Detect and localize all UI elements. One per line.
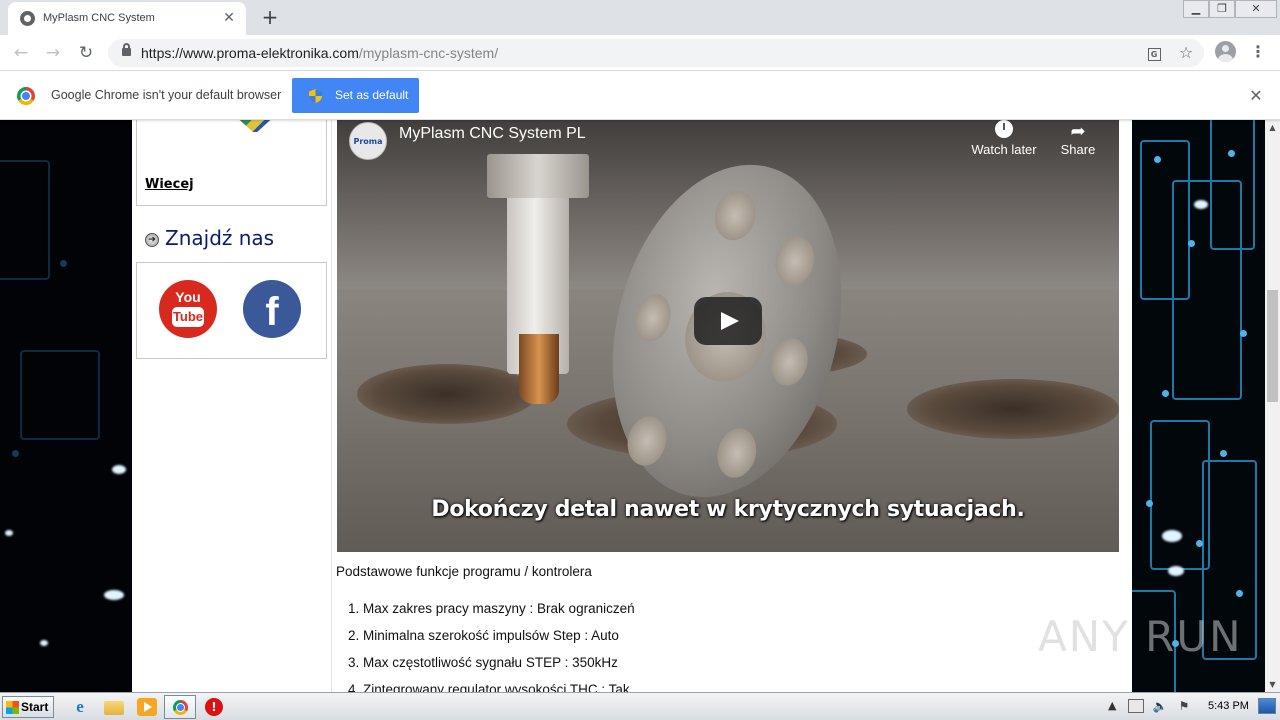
features-heading: Podstawowe funkcje programu / kontrolera [336,564,592,579]
window-maximize-button[interactable]: ❐ [1209,0,1235,18]
watch-later-button[interactable]: Watch later [965,120,1043,157]
window-close-button[interactable]: ✕ [1235,0,1277,18]
url-text[interactable]: https://www.proma-elektronika.com/myplas… [141,45,498,61]
left-sidebar: Wiecej ➜ Znajdź nas You Tube f [132,120,332,692]
circuit-background-right [1132,120,1265,692]
browser-tab[interactable]: MyPlasm CNC System ✕ [8,2,246,35]
back-arrow-icon[interactable]: ← [9,41,33,65]
youtube-video-player[interactable]: Proma MyPlasm CNC System PL Watch later … [337,120,1119,552]
bookmark-star-icon[interactable]: ☆ [1176,43,1196,63]
windows-taskbar: Start e ! ▲ 🔈 ⚑ 5:43 PM [0,692,1280,720]
reload-icon[interactable]: ↻ [74,41,98,65]
profile-avatar-icon[interactable] [1215,41,1236,62]
chrome-taskbar-button[interactable] [164,695,196,719]
scroll-down-arrow-icon[interactable]: ▼ [1265,677,1280,692]
tab-title: MyPlasm CNC System [43,12,155,24]
list-item: 1. Max zakres pracy maszyny : Brak ogran… [348,601,635,616]
features-list: 1. Max zakres pracy maszyny : Brak ogran… [348,601,635,692]
folder-icon[interactable] [104,701,124,715]
browser-toolbar: ← → ↻ https://www.proma-elektronika.com/… [0,35,1280,71]
list-item: 4. Zintegrowany regulator wysokości THC … [348,682,630,692]
default-browser-infobar: Google Chrome isn't your default browser… [0,72,1280,120]
page-scrollbar[interactable]: ▲ ▼ [1265,120,1280,692]
list-item: 3. Max częstotliwość sygnału STEP : 350k… [348,655,618,670]
find-us-heading: ➜ Znajdź nas [145,226,274,250]
share-arrow-icon: ➦ [1070,121,1086,141]
url-host: https://www.proma-elektronika.com [141,45,359,61]
address-bar[interactable]: https://www.proma-elektronika.com/myplas… [108,39,1204,67]
translate-icon[interactable]: G [1144,43,1164,63]
scroll-up-arrow-icon[interactable]: ▲ [1265,120,1280,135]
clock-icon [995,120,1013,138]
chrome-menu-icon[interactable]: ⋮ [1248,41,1268,63]
tab-close-icon[interactable]: ✕ [220,9,238,27]
main-content: Proma MyPlasm CNC System PL Watch later … [332,120,1132,692]
tab-strip: MyPlasm CNC System ✕ + ▁ ❐ ✕ [0,0,1280,35]
youtube-you-text: You [175,289,201,305]
circuit-background-left [0,120,132,692]
uac-shield-icon [309,89,322,103]
chip-image [233,120,277,132]
infobar-message: Google Chrome isn't your default browser [51,88,282,102]
share-button[interactable]: ➦ Share [1047,120,1109,157]
taskbar-clock[interactable]: 5:43 PM [1208,700,1249,712]
youtube-tube-text: Tube [172,307,204,327]
channel-logo[interactable]: Proma [349,122,387,160]
show-desktop-button[interactable] [1258,698,1276,714]
arrow-bullet-icon: ➜ [145,233,159,247]
stop-sign-icon[interactable]: ! [205,698,223,716]
media-player-icon[interactable] [137,698,157,716]
chrome-logo-icon [17,87,35,105]
page-viewport: Wiecej ➜ Znajdź nas You Tube f Proma MyP… [0,120,1265,692]
youtube-icon[interactable]: You Tube [159,280,217,338]
infobar-close-icon[interactable]: ✕ [1246,86,1266,106]
start-label: Start [21,700,49,714]
find-us-text: Znajdź nas [165,226,275,250]
set-as-default-label: Set as default [335,88,409,102]
windows-logo-icon [6,701,19,714]
video-title[interactable]: MyPlasm CNC System PL [399,125,586,143]
play-button[interactable] [694,297,762,345]
video-subtitle: Dokończy detal nawet w krytycznych sytua… [431,497,1025,522]
list-item: 2. Minimalna szerokość impulsów Step : A… [348,628,619,643]
social-links-box: You Tube f [136,262,327,359]
forward-arrow-icon[interactable]: → [41,41,65,65]
start-button[interactable]: Start [2,696,54,718]
action-center-flag-icon[interactable]: ⚑ [1176,699,1192,713]
share-label: Share [1060,142,1096,157]
tray-expand-icon[interactable]: ▲ [1108,699,1116,712]
globe-icon [20,11,35,26]
set-as-default-button[interactable]: Set as default [292,78,419,113]
facebook-icon[interactable]: f [243,280,301,338]
chrome-icon [173,700,188,715]
watch-later-label: Watch later [971,142,1037,157]
new-tab-button[interactable]: + [258,6,282,30]
lock-icon[interactable] [122,43,131,56]
internet-explorer-icon[interactable]: e [70,698,90,716]
sidebar-product-box: Wiecej [136,120,327,206]
more-link[interactable]: Wiecej [145,177,194,192]
scrollbar-thumb[interactable] [1267,290,1278,402]
network-icon[interactable] [1128,699,1144,713]
window-minimize-button[interactable]: ▁ [1183,0,1209,18]
volume-icon[interactable]: 🔈 [1152,699,1168,713]
url-path: /myplasm-cnc-system/ [358,45,499,61]
anyrun-watermark: ANY RUN [1038,612,1243,661]
